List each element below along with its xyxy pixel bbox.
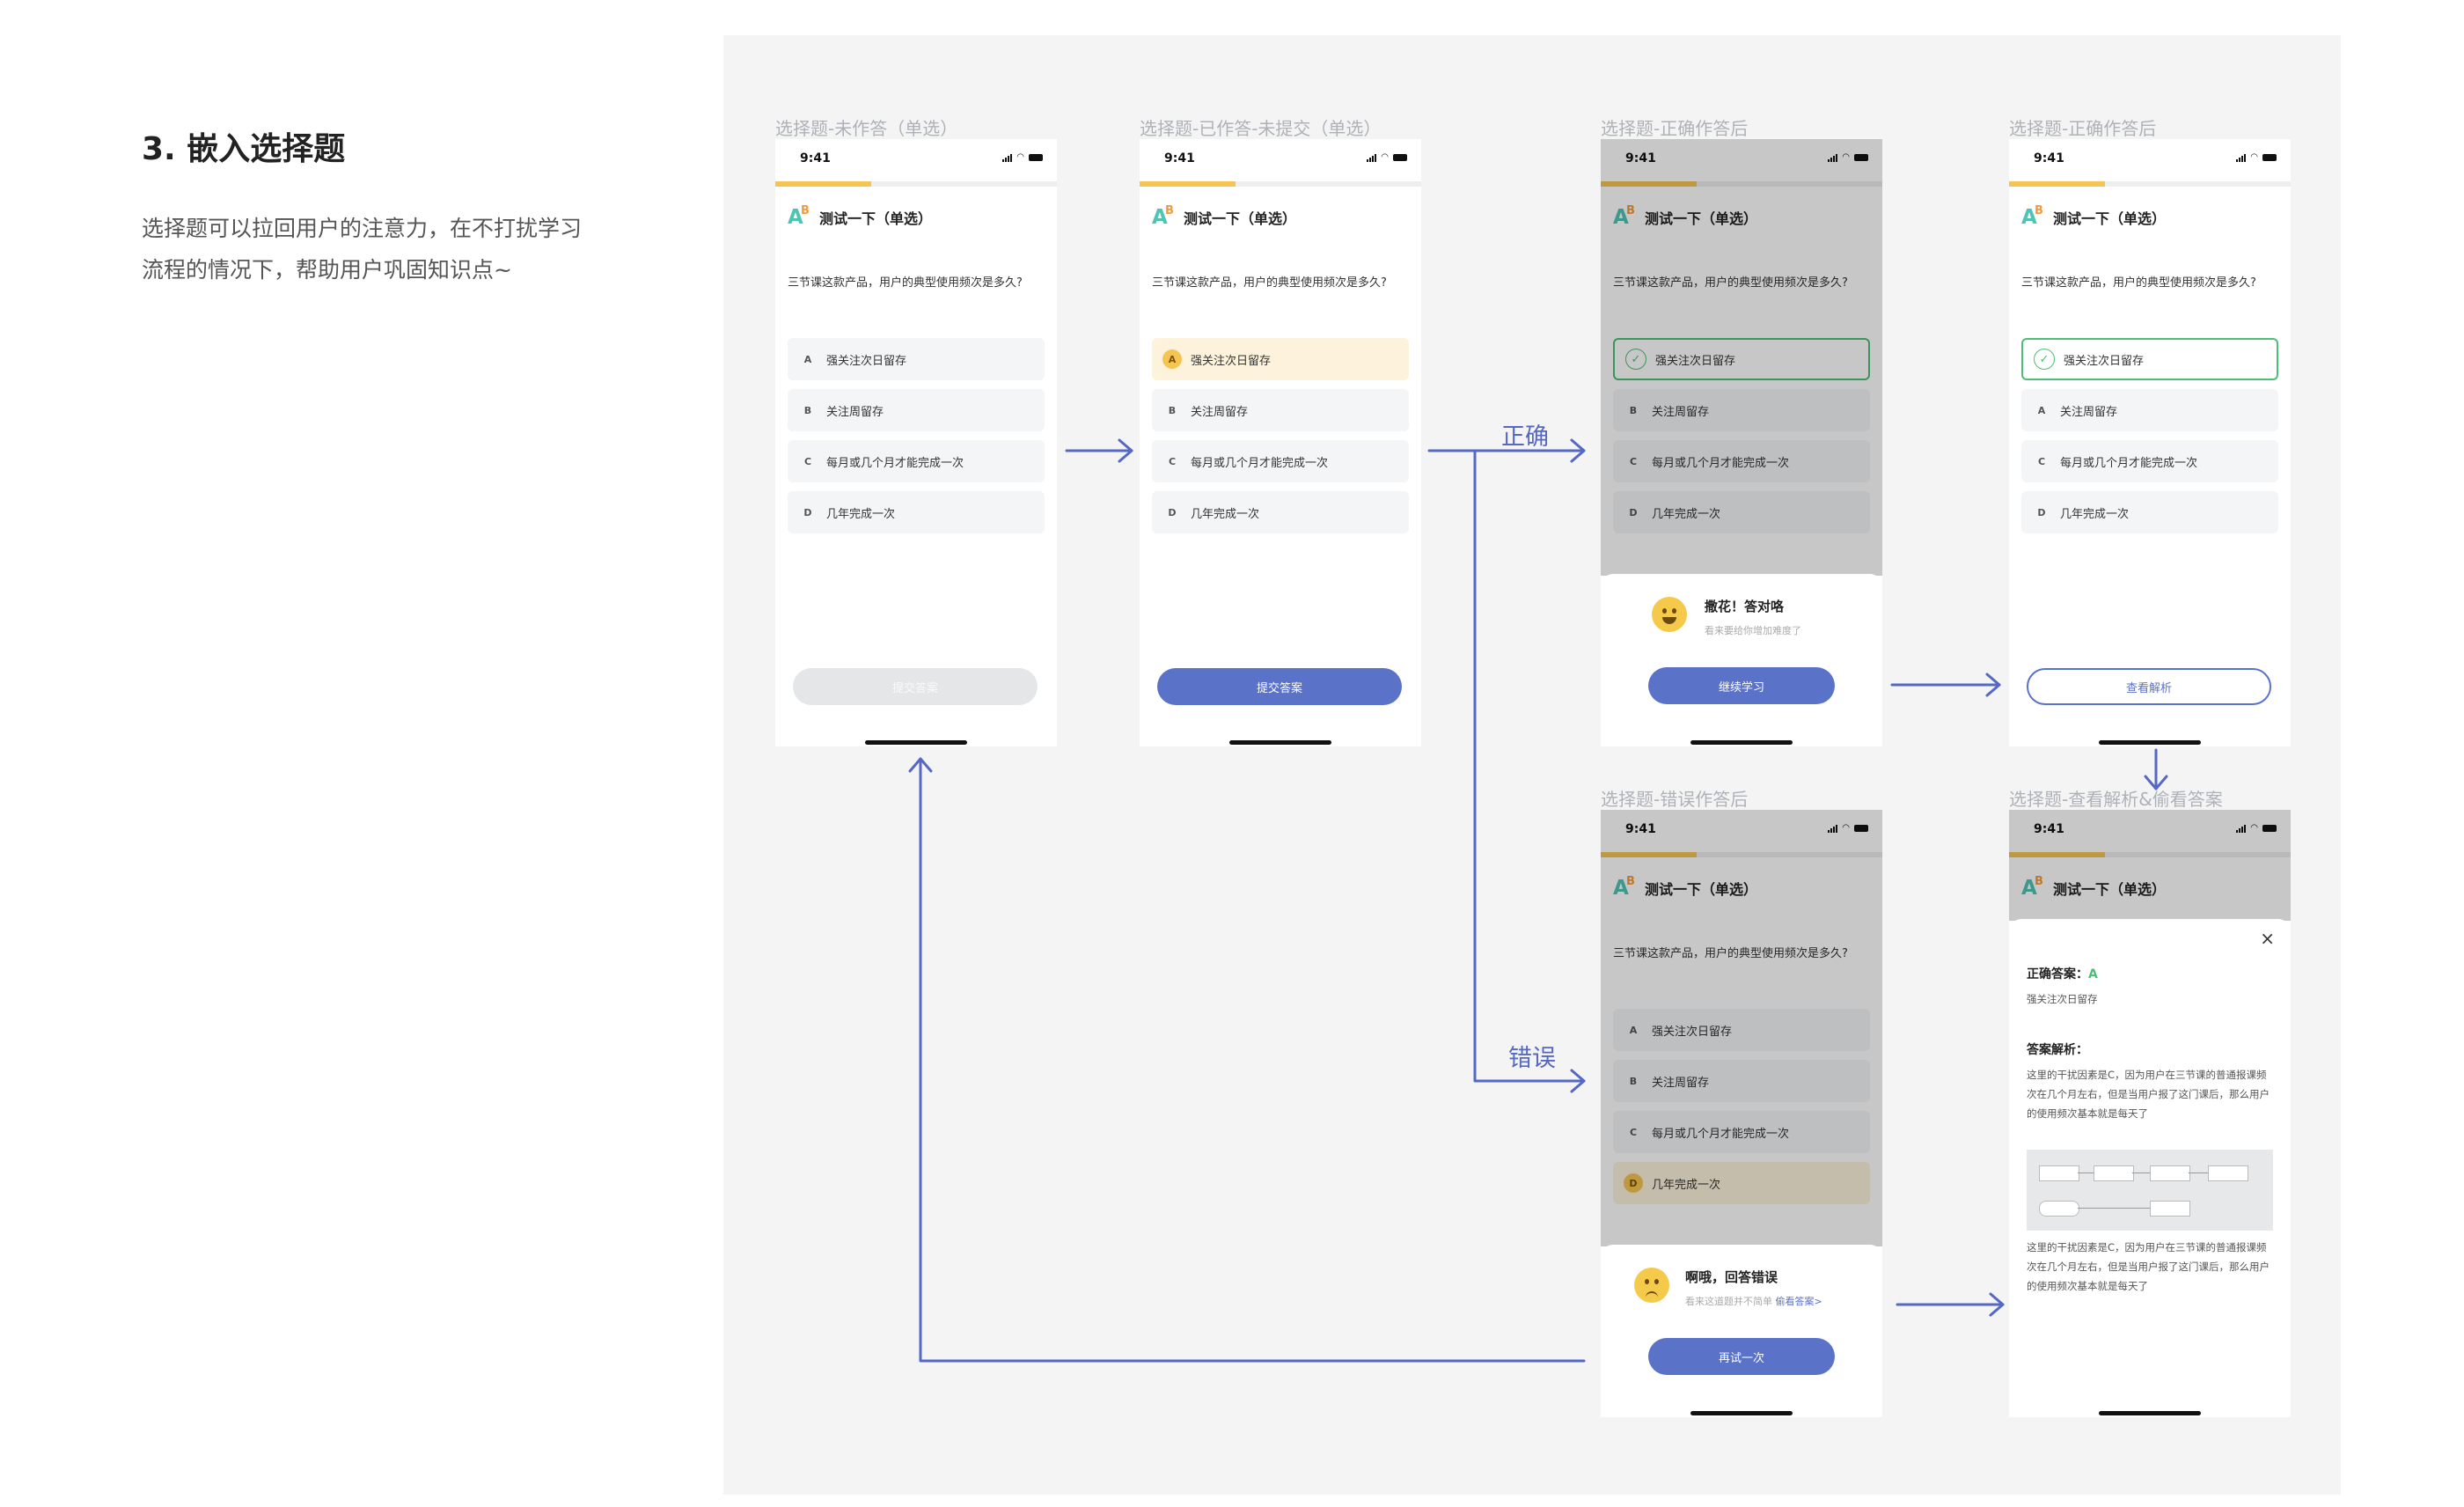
arrow-wrong-line — [1473, 449, 1586, 1083]
flow-label-wrong: 错误 — [1508, 1045, 1556, 1072]
flow-label-correct: 正确 — [1501, 423, 1549, 451]
arrow-retry-line — [919, 757, 1586, 1363]
flow-arrows — [908, 438, 2168, 1363]
